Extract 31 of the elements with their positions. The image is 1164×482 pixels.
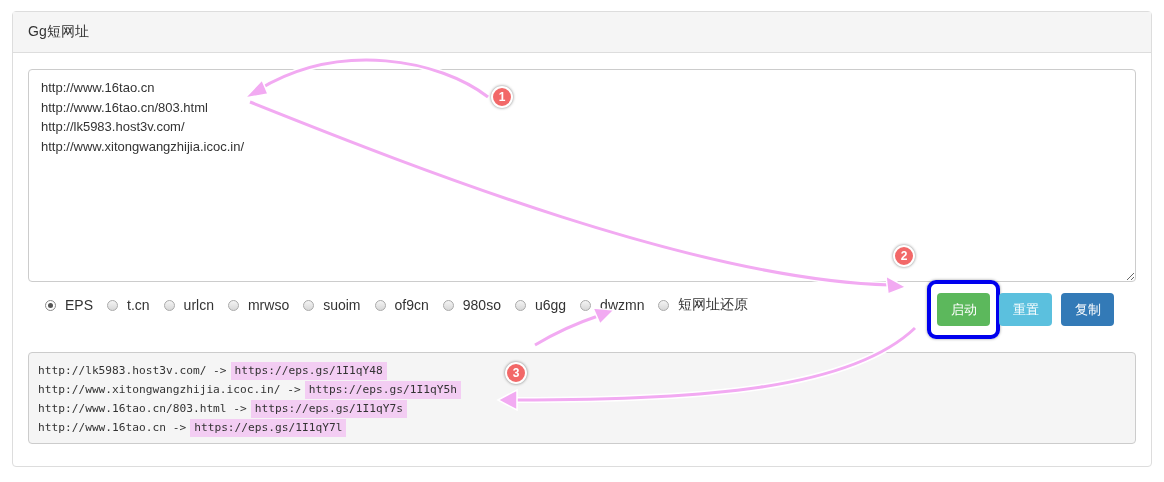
radio-label: 短网址还原 xyxy=(678,296,749,314)
source-url: http://www.16tao.cn -> xyxy=(38,421,187,434)
radio-label: 980so xyxy=(462,297,501,313)
radio-label: urlcn xyxy=(183,297,214,313)
radio-button[interactable] xyxy=(514,299,526,311)
radio-label: t.cn xyxy=(127,297,150,313)
action-button[interactable]: 复制 xyxy=(1061,293,1114,326)
source-url: http://www.xitongwangzhijia.icoc.in/ -> xyxy=(38,383,301,396)
radio-button[interactable] xyxy=(374,299,386,311)
radio-button[interactable] xyxy=(580,299,592,311)
radio-button[interactable] xyxy=(107,299,118,311)
short-url: https://eps.gs/1I1qY7s xyxy=(250,399,407,418)
radio-label: mrwso xyxy=(247,297,290,313)
panel-title: Gg短网址 xyxy=(28,23,89,41)
radio-button[interactable] xyxy=(303,299,315,311)
radio-button[interactable] xyxy=(442,299,454,311)
radio-label: EPS xyxy=(65,297,93,313)
short-url: https://eps.gs/1I1qY48 xyxy=(230,361,387,380)
radio-button[interactable] xyxy=(227,299,239,311)
radio-label: of9cn xyxy=(394,297,429,313)
source-url: http://www.16tao.cn/803.html -> xyxy=(38,402,247,415)
action-button[interactable]: 启动 xyxy=(937,293,990,326)
radio-button[interactable] xyxy=(163,299,175,311)
radio-label: u6gg xyxy=(534,297,567,313)
radio-button[interactable] xyxy=(658,299,670,311)
short-url: https://eps.gs/1I1qY5h xyxy=(304,380,461,399)
short-url: https://eps.gs/1I1qY7l xyxy=(190,418,347,437)
radio-label: suoim xyxy=(323,297,361,313)
radio-button[interactable] xyxy=(45,299,56,311)
radio-label: dwzmn xyxy=(600,297,645,313)
source-url: http://lk5983.host3v.com/ -> xyxy=(38,364,227,377)
